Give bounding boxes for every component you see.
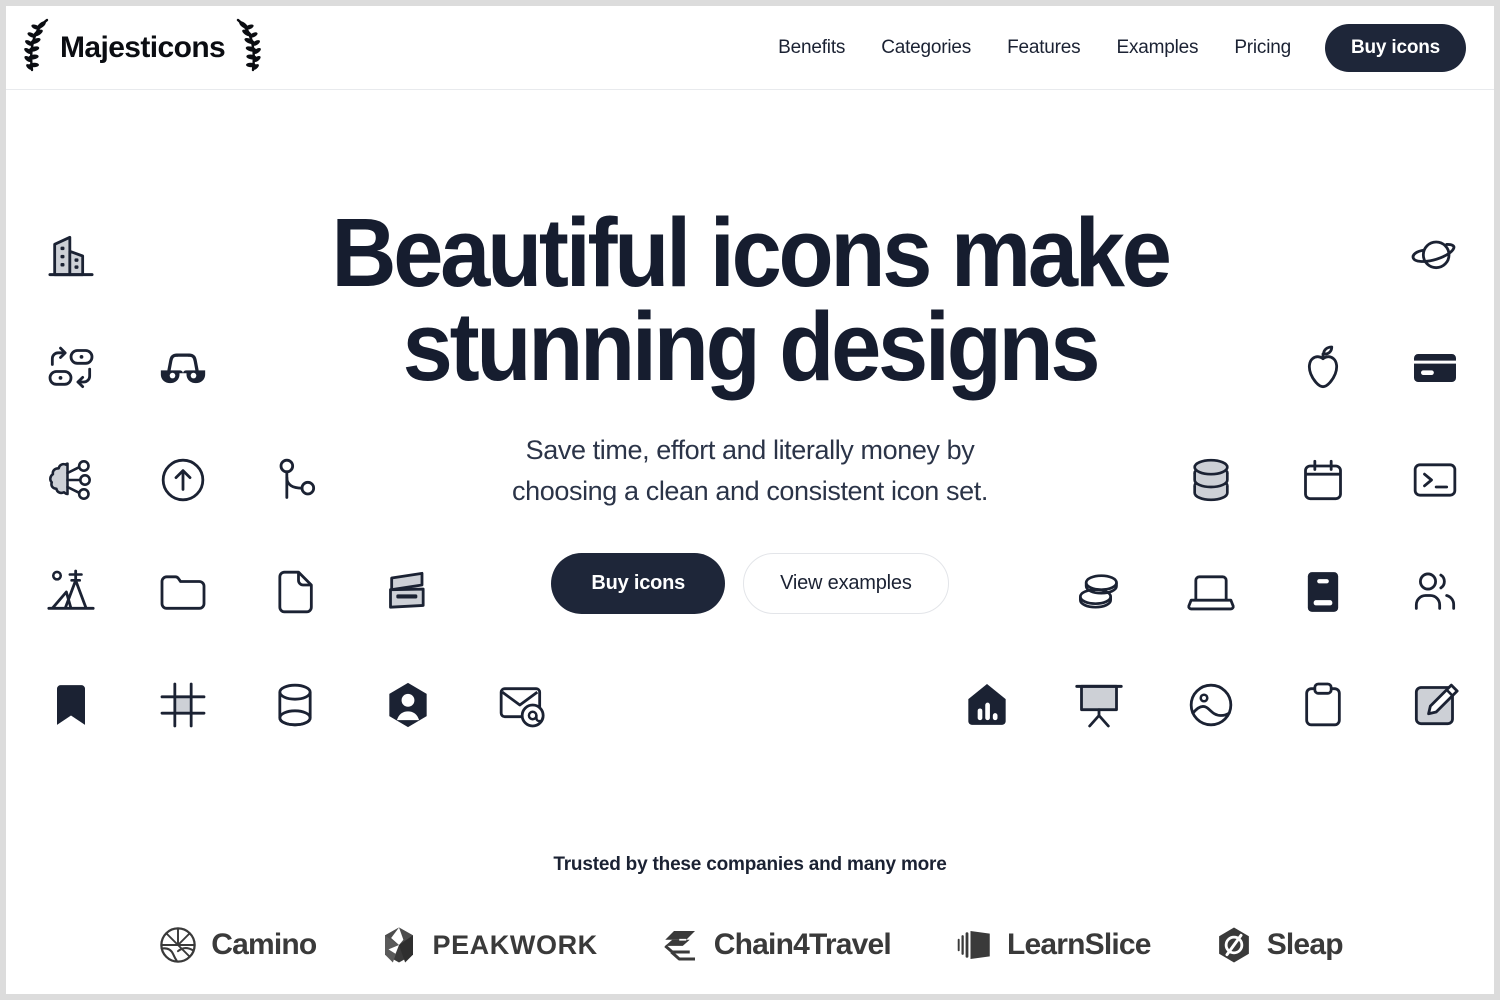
- page-title: Beautiful icons make stunning designs: [322, 204, 1178, 395]
- company-name-learnslice: LearnSlice: [1006, 928, 1152, 961]
- image-circle-icon: [1183, 677, 1239, 733]
- glasses-icon: [155, 340, 211, 396]
- company-name-sleap: Sleap: [1266, 928, 1344, 961]
- hero-title-line-1: Beautiful icons make: [331, 198, 1172, 307]
- trusted-by-label: Trusted by these companies and many more: [553, 854, 947, 875]
- brand-logo[interactable]: Majesticons: [20, 16, 265, 79]
- nav-item-pricing[interactable]: Pricing: [1216, 37, 1309, 59]
- folder-icon: [155, 564, 211, 620]
- company-logo-sleap[interactable]: Sleap: [1213, 924, 1344, 966]
- clipboard-icon: [1295, 677, 1351, 733]
- hero-section: Beautiful icons make stunning designs Sa…: [6, 90, 1494, 994]
- company-name-chain4travel: Chain4Travel: [713, 928, 892, 961]
- hero-title-line-2: stunning designs: [402, 292, 1101, 402]
- company-logo-camino[interactable]: Camino: [157, 924, 317, 966]
- company-logo-learnslice[interactable]: LearnSlice: [953, 924, 1151, 966]
- book-icon: [1295, 564, 1351, 620]
- arrow-up-circle-icon: [155, 452, 211, 508]
- company-logo-row: Camino PEAKWORK Chain4Travel LearnSlice …: [6, 924, 1494, 966]
- hero-buy-icons-button[interactable]: Buy icons: [551, 553, 726, 615]
- grid-frame-icon: [155, 677, 211, 733]
- header-buy-icons-button[interactable]: Buy icons: [1325, 23, 1466, 72]
- nav-item-features[interactable]: Features: [989, 37, 1098, 59]
- camino-sunburst-mark-icon: [157, 924, 199, 966]
- company-logo-chain4travel[interactable]: Chain4Travel: [660, 924, 892, 966]
- users-group-icon: [1407, 564, 1463, 620]
- user-hexagon-icon: [380, 677, 436, 733]
- terminal-icon: [1407, 452, 1463, 508]
- nav-item-categories[interactable]: Categories: [863, 37, 989, 59]
- page-frame: Majesticons Benefits Categories Features…: [6, 6, 1494, 994]
- camping-tent-icon: [43, 564, 99, 620]
- ai-brain-network-icon: [43, 452, 99, 508]
- mail-at-icon: [493, 677, 549, 733]
- peakwork-polygon-mark-icon: [378, 924, 420, 966]
- planet-saturn-icon: [1407, 228, 1463, 284]
- bookmark-icon: [43, 677, 99, 733]
- hero-subtitle-line-2: choosing a clean and consistent icon set…: [512, 475, 988, 506]
- trusted-by-section: Trusted by these companies and many more…: [6, 854, 1494, 966]
- nav-item-examples[interactable]: Examples: [1098, 37, 1216, 59]
- main-nav: Benefits Categories Features Examples Pr…: [760, 23, 1466, 72]
- site-header: Majesticons Benefits Categories Features…: [6, 6, 1494, 90]
- laurel-branch-right-icon: [229, 16, 265, 79]
- sleap-hexagon-mark-icon: [1213, 924, 1255, 966]
- company-name-camino: Camino: [211, 928, 317, 961]
- hero-subtitle: Save time, effort and literally money by…: [290, 430, 1210, 511]
- credit-card-icon: [1407, 340, 1463, 396]
- edit-note-icon: [1407, 677, 1463, 733]
- office-building-icon: [43, 228, 99, 284]
- database-cylinder-icon: [267, 677, 323, 733]
- data-transfer-icon: [43, 340, 99, 396]
- chain4travel-stacked-mark-icon: [660, 924, 702, 966]
- learnslice-block-mark-icon: [953, 924, 995, 966]
- brand-name: Majesticons: [60, 30, 226, 64]
- hero-actions: Buy icons View examples: [290, 553, 1210, 615]
- apple-icon: [1295, 340, 1351, 396]
- company-name-peakwork: PEAKWORK: [432, 929, 598, 960]
- calendar-icon: [1295, 452, 1351, 508]
- presentation-board-icon: [1071, 677, 1127, 733]
- nav-item-benefits[interactable]: Benefits: [760, 37, 863, 59]
- home-chart-icon: [959, 677, 1015, 733]
- company-logo-peakwork[interactable]: PEAKWORK: [378, 924, 597, 966]
- hero-view-examples-button[interactable]: View examples: [743, 553, 949, 615]
- hero-content: Beautiful icons make stunning designs Sa…: [290, 204, 1210, 615]
- hero-subtitle-line-1: Save time, effort and literally money by: [525, 435, 975, 466]
- laurel-branch-left-icon: [20, 16, 56, 79]
